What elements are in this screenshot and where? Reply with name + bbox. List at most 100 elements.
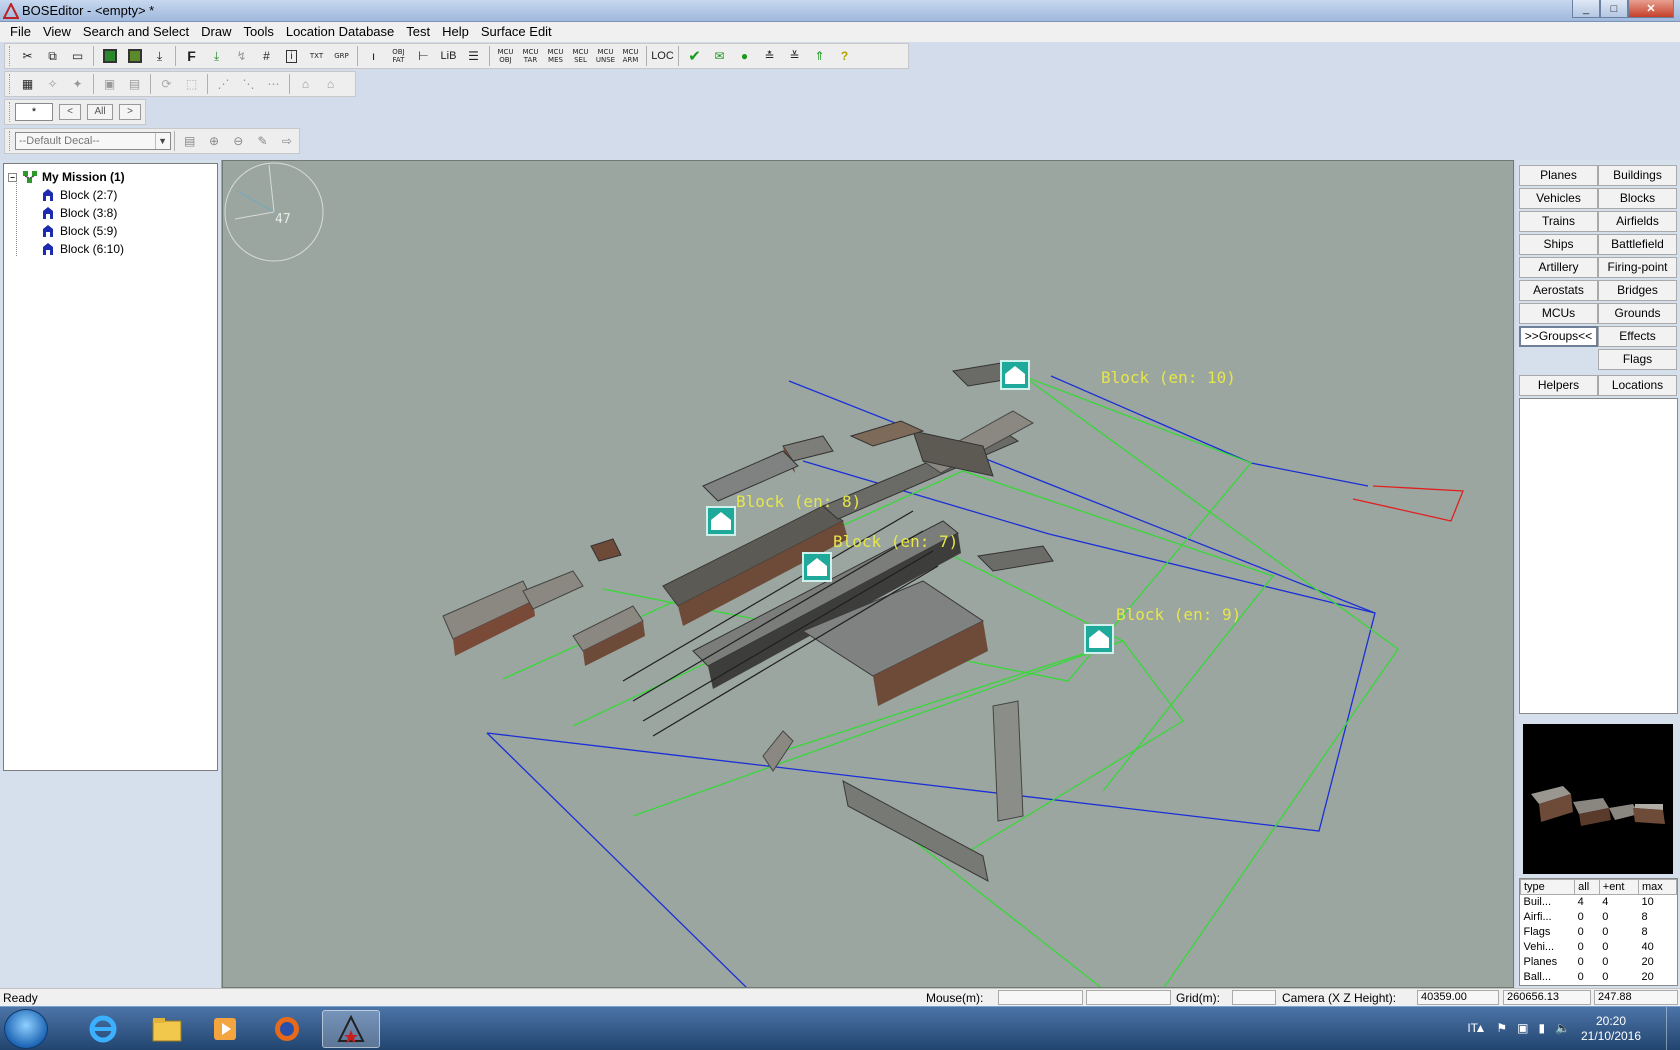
checker-icon[interactable]: ▦: [15, 73, 40, 95]
filter-prev-button[interactable]: <: [59, 104, 81, 120]
boseditor-taskbar-icon[interactable]: [322, 1010, 380, 1048]
toolbar-grip[interactable]: [9, 74, 12, 94]
start-button[interactable]: [4, 1009, 48, 1049]
dot-icon[interactable]: ●: [732, 45, 757, 67]
category-planes-button[interactable]: Planes: [1519, 165, 1598, 186]
decal-remove-icon[interactable]: ⊖: [226, 130, 250, 152]
decal-export-icon[interactable]: ⇨: [275, 130, 299, 152]
category-battlefield-button[interactable]: Battlefield: [1598, 234, 1677, 255]
firefox-icon[interactable]: [258, 1010, 316, 1048]
tree-item-block[interactable]: Block (5:9): [42, 224, 117, 238]
level-down-icon[interactable]: ≚: [782, 45, 807, 67]
category-locations-button[interactable]: Locations: [1598, 375, 1677, 396]
text-icon[interactable]: TXT: [304, 45, 329, 67]
mcu-mes-icon[interactable]: MCU MES: [543, 45, 568, 67]
tree-root-item[interactable]: − My Mission (1): [8, 170, 125, 184]
filter-all-button[interactable]: All: [87, 104, 113, 120]
category-vehicles-button[interactable]: Vehicles: [1519, 188, 1598, 209]
category-mcus-button[interactable]: MCUs: [1519, 303, 1598, 324]
category-flags-button[interactable]: Flags: [1598, 349, 1677, 370]
location-icon[interactable]: LOC: [650, 45, 675, 67]
category-groups-button[interactable]: >>Groups<<: [1519, 326, 1598, 347]
mcu-arm-icon[interactable]: MCU ARM: [618, 45, 643, 67]
wand-alt-icon[interactable]: ✦: [65, 73, 90, 95]
menu-file[interactable]: File: [4, 22, 37, 42]
house-add-icon[interactable]: ⌂: [293, 73, 318, 95]
category-blocks-button[interactable]: Blocks: [1598, 188, 1677, 209]
category-bridges-button[interactable]: Bridges: [1598, 280, 1677, 301]
close-button[interactable]: ✕: [1628, 0, 1674, 18]
object-list[interactable]: [1519, 398, 1678, 714]
copy-icon[interactable]: ⧉: [40, 45, 65, 67]
media-player-icon[interactable]: [196, 1010, 254, 1048]
block-marker-10[interactable]: Block (en: 10): [1000, 360, 1236, 390]
maximize-button[interactable]: □: [1600, 0, 1628, 18]
group-icon[interactable]: GRP: [329, 45, 354, 67]
menu-tools[interactable]: Tools: [237, 22, 279, 42]
clock[interactable]: 20:20 21/10/2016: [1576, 1014, 1646, 1044]
collapse-icon[interactable]: −: [8, 172, 17, 182]
mcu-unse-icon[interactable]: MCU UNSE: [593, 45, 618, 67]
toolbar-grip[interactable]: [9, 131, 12, 151]
mission-tree[interactable]: − My Mission (1) Block (2:7) Block (3:8)…: [3, 163, 218, 771]
show-desktop-button[interactable]: [1666, 1007, 1680, 1050]
filter-next-button[interactable]: >: [119, 104, 141, 120]
menu-draw[interactable]: Draw: [195, 22, 237, 42]
level-icon[interactable]: ≛: [757, 45, 782, 67]
picture-icon[interactable]: ▤: [122, 73, 147, 95]
chevron-down-icon[interactable]: ▼: [154, 133, 170, 149]
category-buildings-button[interactable]: Buildings: [1598, 165, 1677, 186]
tree-up-icon[interactable]: ⇑: [807, 45, 832, 67]
filter-input[interactable]: *: [15, 103, 53, 121]
info-icon[interactable]: i: [279, 45, 304, 67]
decal-edit-icon[interactable]: ✎: [250, 130, 274, 152]
tray-expand-icon[interactable]: ▲: [1474, 1021, 1486, 1035]
sort-icon[interactable]: ↯: [229, 45, 254, 67]
mcu-tar-icon[interactable]: MCU TAR: [518, 45, 543, 67]
library-icon[interactable]: LiB: [436, 45, 461, 67]
minimize-button[interactable]: _: [1572, 0, 1600, 18]
toolbar-grip[interactable]: [9, 102, 12, 122]
toolbar-grip[interactable]: [9, 46, 12, 66]
font-icon[interactable]: F: [179, 45, 204, 67]
mcu-obj-icon[interactable]: MCU OBJ: [493, 45, 518, 67]
cut-icon[interactable]: ✂: [15, 45, 40, 67]
3d-viewport[interactable]: 47 Block (en: 10) Block (en: 8) Block (e…: [222, 160, 1514, 988]
explorer-icon[interactable]: [138, 1010, 196, 1048]
ie-icon[interactable]: [74, 1010, 132, 1048]
object-fat-icon[interactable]: OBJ FAT: [386, 45, 411, 67]
pointer-icon[interactable]: ı: [361, 45, 386, 67]
help-icon[interactable]: ?: [832, 45, 857, 67]
scene-canvas[interactable]: 47 Block (en: 10) Block (en: 8) Block (e…: [223, 161, 1514, 988]
rotate-icon[interactable]: ⟳: [154, 73, 179, 95]
select-box-icon[interactable]: ⬚: [179, 73, 204, 95]
category-artillery-button[interactable]: Artillery: [1519, 257, 1598, 278]
menu-view[interactable]: View: [37, 22, 77, 42]
category-airfields-button[interactable]: Airfields: [1598, 211, 1677, 232]
category-trains-button[interactable]: Trains: [1519, 211, 1598, 232]
place-ground-icon[interactable]: ⤓: [204, 45, 229, 67]
decal-select[interactable]: --Default Decal-- ▼: [14, 132, 171, 150]
path-icon[interactable]: ⋰: [211, 73, 236, 95]
category-aerostats-button[interactable]: Aerostats: [1519, 280, 1598, 301]
tree-item-block[interactable]: Block (3:8): [42, 206, 117, 220]
menu-search-and-select[interactable]: Search and Select: [77, 22, 195, 42]
category-helpers-button[interactable]: Helpers: [1519, 375, 1598, 396]
map-green-icon[interactable]: [97, 45, 122, 67]
wand-icon[interactable]: ✧: [40, 73, 65, 95]
image-icon[interactable]: ▣: [97, 73, 122, 95]
category-effects-button[interactable]: Effects: [1598, 326, 1677, 347]
path-node-icon[interactable]: ⋯: [261, 73, 286, 95]
hierarchy-icon[interactable]: ⊢: [411, 45, 436, 67]
menu-surface-edit[interactable]: Surface Edit: [475, 22, 558, 42]
decal-add-icon[interactable]: ⊕: [202, 130, 226, 152]
category-firing-point-button[interactable]: Firing-point: [1598, 257, 1677, 278]
path-add-icon[interactable]: ⋱: [236, 73, 261, 95]
menu-location-database[interactable]: Location Database: [280, 22, 400, 42]
network-icon[interactable]: ▣: [1517, 1021, 1528, 1035]
flag-icon[interactable]: ⚑: [1496, 1021, 1507, 1035]
tree-item-block[interactable]: Block (2:7): [42, 188, 117, 202]
category-ships-button[interactable]: Ships: [1519, 234, 1598, 255]
decal-list-icon[interactable]: ▤: [178, 130, 202, 152]
menu-test[interactable]: Test: [400, 22, 436, 42]
